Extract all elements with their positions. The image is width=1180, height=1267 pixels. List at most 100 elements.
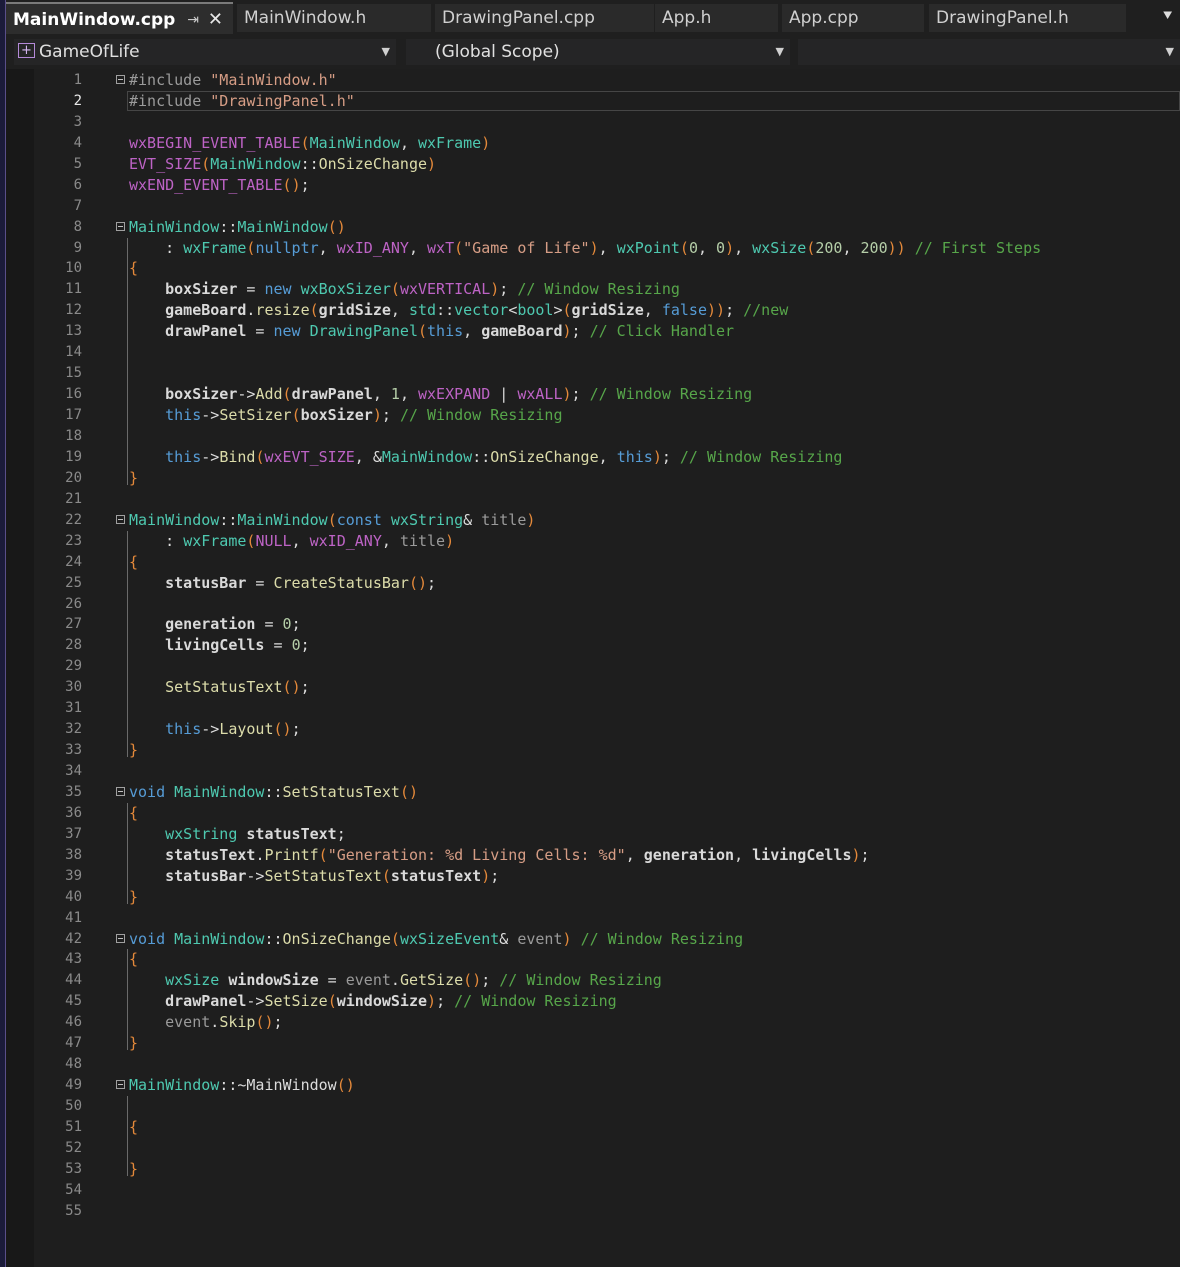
code-line[interactable]: 47}	[6, 1033, 1180, 1054]
code-line[interactable]: 43{	[6, 949, 1180, 970]
code-line[interactable]: 27 generation = 0;	[6, 614, 1180, 635]
code-text: : wxFrame(nullptr, wxID_ANY, wxT("Game o…	[129, 238, 1042, 257]
collapse-icon[interactable]	[116, 1080, 125, 1090]
line-number: 22	[65, 511, 82, 528]
code-line[interactable]: 48	[6, 1054, 1180, 1075]
code-line[interactable]: 42 void MainWindow::OnSizeChange(wxSizeEv…	[6, 929, 1180, 950]
tab-overflow-icon[interactable]: ⯆	[1161, 6, 1174, 26]
project-dropdown[interactable]: GameOfLife ▼	[14, 38, 396, 65]
code-line[interactable]: 35 void MainWindow::SetStatusText()	[6, 782, 1180, 803]
code-line[interactable]: 17 this->SetSizer(boxSizer); // Window R…	[6, 405, 1180, 426]
collapse-icon[interactable]	[116, 933, 125, 943]
code-line[interactable]: 8 MainWindow::MainWindow()	[6, 217, 1180, 238]
line-number: 4	[73, 134, 82, 151]
code-line[interactable]: 10{	[6, 258, 1180, 279]
code-line[interactable]: 3	[6, 112, 1180, 133]
code-line[interactable]: 49 MainWindow::~MainWindow()	[6, 1075, 1180, 1096]
code-line[interactable]: 2 #include "DrawingPanel.h"	[6, 90, 1180, 112]
code-line[interactable]: 24{	[6, 552, 1180, 573]
code-line[interactable]: 1 #include "MainWindow.h"	[6, 70, 1180, 91]
code-line[interactable]: 23 : wxFrame(NULL, wxID_ANY, title)	[6, 531, 1180, 552]
line-number: 30	[65, 679, 82, 696]
code-text: drawPanel = new DrawingPanel(this, gameB…	[165, 322, 735, 341]
code-line[interactable]: 55	[6, 1201, 1180, 1222]
code-line[interactable]: 46 event.Skip();	[6, 1012, 1180, 1033]
code-text: generation = 0;	[165, 615, 301, 634]
code-text: MainWindow::MainWindow(const wxString& t…	[129, 510, 536, 529]
code-text: this->Layout();	[165, 720, 301, 739]
tab-label: App.h	[662, 8, 712, 28]
code-line[interactable]: 22 MainWindow::MainWindow(const wxString&…	[6, 510, 1180, 531]
code-line[interactable]: 39 statusBar->SetStatusText(statusText);	[6, 866, 1180, 887]
collapse-icon[interactable]	[116, 786, 125, 796]
code-line[interactable]: 14	[6, 342, 1180, 363]
scope-dropdown[interactable]: (Global Scope) ▼	[406, 39, 790, 65]
code-line[interactable]: 25 statusBar = CreateStatusBar();	[6, 573, 1180, 594]
code-line[interactable]: 31	[6, 698, 1180, 719]
code-line[interactable]: 53}	[6, 1159, 1180, 1180]
code-line[interactable]: 32 this->Layout();	[6, 719, 1180, 740]
code-line[interactable]: 5 EVT_SIZE(MainWindow::OnSizeChange)	[6, 154, 1180, 175]
code-line[interactable]: 6 wxEND_EVENT_TABLE();	[6, 175, 1180, 196]
line-number: 33	[65, 742, 82, 759]
code-line[interactable]: 15	[6, 363, 1180, 384]
line-number: 11	[65, 281, 82, 298]
code-line[interactable]: 19 this->Bind(wxEVT_SIZE, &MainWindow::O…	[6, 447, 1180, 468]
code-line[interactable]: 41	[6, 908, 1180, 929]
line-number: 15	[65, 365, 82, 382]
code-text: MainWindow::~MainWindow()	[129, 1076, 355, 1095]
code-text: void MainWindow::OnSizeChange(wxSizeEven…	[129, 929, 744, 948]
collapse-icon[interactable]	[116, 514, 125, 524]
tab-drawingpanel-h[interactable]: DrawingPanel.h	[929, 4, 1126, 32]
code-line[interactable]: 45 drawPanel->SetSize(windowSize); // Wi…	[6, 991, 1180, 1012]
code-line[interactable]: 21	[6, 489, 1180, 510]
code-line[interactable]: 28 livingCells = 0;	[6, 635, 1180, 656]
tab-drawingpanel-cpp[interactable]: DrawingPanel.cpp	[435, 4, 654, 32]
close-icon[interactable]: ✕	[208, 4, 223, 36]
code-line[interactable]: 51{	[6, 1117, 1180, 1138]
member-dropdown[interactable]: ▼	[798, 39, 1180, 65]
code-line[interactable]: 11 boxSizer = new wxBoxSizer(wxVERTICAL)…	[6, 279, 1180, 300]
code-line[interactable]: 7	[6, 196, 1180, 217]
pin-icon[interactable]: ⇥	[187, 4, 199, 36]
code-line[interactable]: 29	[6, 656, 1180, 677]
code-line[interactable]: 20}	[6, 468, 1180, 489]
code-line[interactable]: 12 gameBoard.resize(gridSize, std::vecto…	[6, 300, 1180, 321]
code-line[interactable]: 40}	[6, 887, 1180, 908]
code-line[interactable]: 13 drawPanel = new DrawingPanel(this, ga…	[6, 321, 1180, 342]
navigation-bar: GameOfLife ▼ (Global Scope) ▼ ▼	[6, 36, 1180, 69]
line-number: 2	[73, 92, 82, 109]
code-line[interactable]: 52	[6, 1138, 1180, 1159]
code-line[interactable]: 18	[6, 426, 1180, 447]
line-number: 18	[65, 427, 82, 444]
line-number: 54	[65, 1181, 82, 1198]
tab-mainwindow-cpp[interactable]: MainWindow.cpp ⇥ ✕	[6, 2, 233, 34]
code-line[interactable]: 30 SetStatusText();	[6, 677, 1180, 698]
collapse-icon[interactable]	[116, 221, 125, 231]
code-line[interactable]: 36{	[6, 803, 1180, 824]
line-number: 41	[65, 909, 82, 926]
collapse-icon[interactable]	[116, 75, 125, 84]
code-editor[interactable]: 1 #include "MainWindow.h" 2 #include "Drawi…	[6, 69, 1180, 1267]
code-text: wxBEGIN_EVENT_TABLE(MainWindow, wxFrame)	[129, 133, 491, 152]
code-line[interactable]: 26	[6, 594, 1180, 615]
code-line[interactable]: 44 wxSize windowSize = event.GetSize(); …	[6, 970, 1180, 991]
line-number: 23	[65, 532, 82, 549]
code-line[interactable]: 33}	[6, 740, 1180, 761]
code-text: : wxFrame(NULL, wxID_ANY, title)	[129, 531, 455, 550]
code-line[interactable]: 4 wxBEGIN_EVENT_TABLE(MainWindow, wxFrame…	[6, 133, 1180, 154]
code-line[interactable]: 50	[6, 1096, 1180, 1117]
code-line[interactable]: 38 statusText.Printf("Generation: %d Liv…	[6, 845, 1180, 866]
tab-label: App.cpp	[789, 8, 859, 28]
line-number: 50	[65, 1098, 82, 1115]
line-number: 26	[65, 595, 82, 612]
code-line[interactable]: 54	[6, 1180, 1180, 1201]
code-line[interactable]: 9 : wxFrame(nullptr, wxID_ANY, wxT("Game…	[6, 238, 1180, 259]
tab-app-cpp[interactable]: App.cpp	[782, 4, 924, 32]
code-line[interactable]: 37 wxString statusText;	[6, 824, 1180, 845]
tab-app-h[interactable]: App.h	[655, 4, 778, 32]
tab-mainwindow-h[interactable]: MainWindow.h	[237, 4, 431, 32]
code-line[interactable]: 16 boxSizer->Add(drawPanel, 1, wxEXPAND …	[6, 384, 1180, 405]
fold-region-line	[127, 949, 133, 1051]
code-line[interactable]: 34	[6, 761, 1180, 782]
